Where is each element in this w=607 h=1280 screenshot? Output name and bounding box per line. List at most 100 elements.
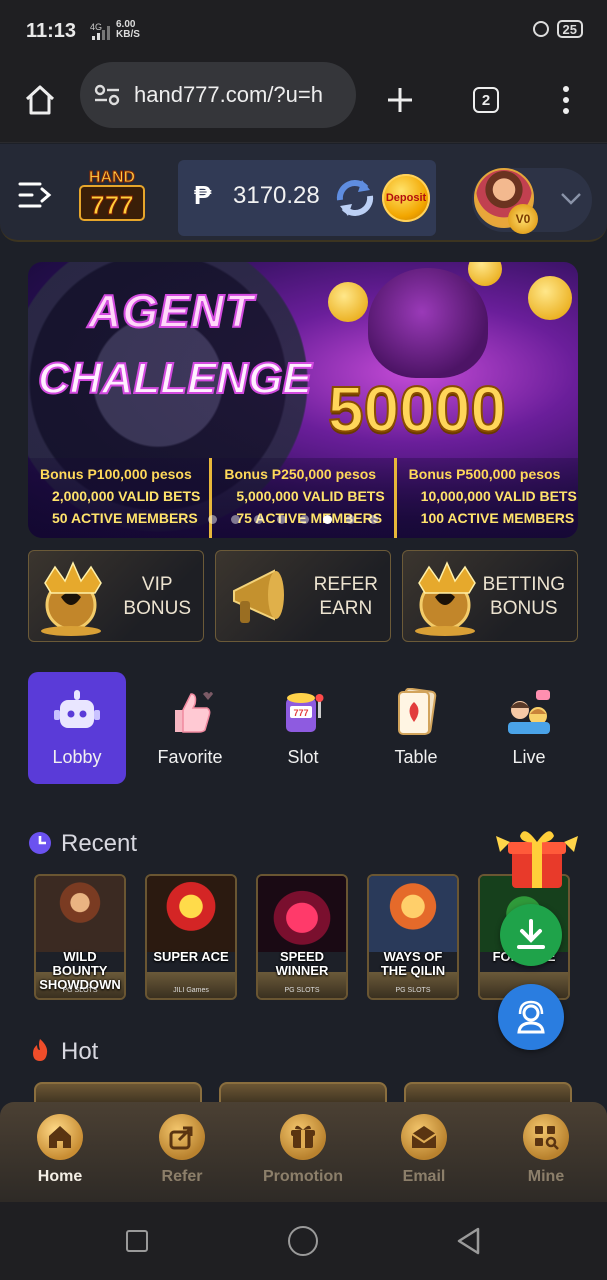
carousel-dot[interactable] <box>369 515 378 524</box>
tier-bonus: Bonus P250,000 pesos <box>224 466 377 482</box>
home-icon <box>37 1114 83 1160</box>
game-tile[interactable]: WAYS OF THE QILIN PG SLOTS <box>367 874 459 1000</box>
svg-text:777: 777 <box>293 708 308 718</box>
currency-symbol: ₱ <box>194 180 212 210</box>
clock-icon <box>29 832 51 854</box>
hot-section-title: Hot <box>61 1038 99 1065</box>
carousel-dot[interactable] <box>323 515 332 524</box>
carousel-dot[interactable] <box>300 515 309 524</box>
customer-service-button[interactable] <box>498 984 564 1050</box>
download-app-button[interactable] <box>500 904 562 966</box>
promo-label-line1: BETTING <box>482 574 565 595</box>
gift-icon <box>280 1114 326 1160</box>
chevron-down-icon[interactable] <box>560 190 582 206</box>
tab-favorite[interactable]: Favorite <box>141 672 239 784</box>
tab-label: Table <box>394 747 438 767</box>
site-settings-icon[interactable] <box>94 84 120 106</box>
tier-bonus: Bonus P500,000 pesos <box>408 466 561 482</box>
tab-table[interactable]: Table <box>367 672 465 784</box>
carousel-dot[interactable] <box>208 515 217 524</box>
carousel-dot[interactable] <box>231 515 240 524</box>
svg-text:777: 777 <box>90 190 133 220</box>
banner-prize: 50000 <box>327 372 507 446</box>
recent-section-title: Recent <box>61 830 138 857</box>
signal-icon <box>92 26 110 40</box>
promo-label-line2: EARN <box>319 598 373 619</box>
tier-bets: 10,000,000 VALID BETS <box>420 488 577 504</box>
account-menu[interactable]: V0 <box>472 168 592 234</box>
nav-label: Mine <box>527 1168 565 1185</box>
system-navigation-bar <box>0 1202 607 1280</box>
nav-refer[interactable]: Refer <box>132 1114 232 1186</box>
new-tab-icon[interactable] <box>380 80 420 120</box>
tab-label: Favorite <box>157 747 223 767</box>
game-provider: PG SLOTS <box>62 987 98 994</box>
tab-count[interactable]: 2 <box>473 87 499 113</box>
carousel-indicators[interactable] <box>208 515 378 524</box>
promo-label-line2: BONUS <box>123 598 191 619</box>
game-art <box>147 876 235 952</box>
back-button[interactable] <box>454 1226 484 1256</box>
url-text[interactable]: hand777.com/?u=h <box>134 82 352 108</box>
nav-email[interactable]: Email <box>374 1114 474 1186</box>
balance-panel: ₱ 3170.28 Deposit <box>178 160 436 236</box>
game-tile[interactable]: WILD BOUNTY SHOWDOWN PG SLOTS <box>34 874 126 1000</box>
share-icon <box>159 1114 205 1160</box>
promo-label-line2: BONUS <box>490 598 558 619</box>
slot-machine-icon: 777 <box>286 693 324 732</box>
vip-level-badge: V0 <box>508 204 538 234</box>
recent-apps-button[interactable] <box>126 1230 148 1252</box>
menu-toggle-icon[interactable] <box>18 180 54 210</box>
home-button[interactable] <box>288 1226 318 1256</box>
game-provider: PG SLOTS <box>395 987 431 994</box>
vip-bonus-card[interactable]: VIP BONUS <box>28 550 204 642</box>
headset-icon <box>517 1000 545 1034</box>
game-name: WILD BOUNTY SHOWDOWN <box>39 949 121 992</box>
coin-graphic <box>468 262 502 286</box>
game-name: SPEED WINNER <box>275 949 329 978</box>
site-header: HAND 777 ₱ 3170.28 Deposit V0 <box>0 144 607 242</box>
balance-amount: 3170.28 <box>233 182 320 209</box>
thumbs-up-icon <box>175 692 213 733</box>
banner-title-line1: AGENT <box>87 284 254 338</box>
game-name: WAYS OF THE QILIN <box>380 949 446 978</box>
more-options-icon[interactable] <box>546 80 586 120</box>
profile-search-icon <box>523 1114 569 1160</box>
carousel-dot[interactable] <box>346 515 355 524</box>
refer-earn-card[interactable]: REFER EARN <box>215 550 391 642</box>
speed-unit: KB/S <box>116 29 140 40</box>
promo-label-line1: VIP <box>141 574 173 595</box>
game-art <box>258 876 346 952</box>
nav-label: Promotion <box>263 1168 343 1185</box>
promo-label-line1: REFER <box>313 574 378 595</box>
tab-switcher-button[interactable]: 2 <box>466 80 506 120</box>
tab-lobby[interactable]: Lobby <box>28 672 126 784</box>
promo-label: BETTING BONUS <box>483 573 565 621</box>
game-name: SUPER ACE <box>153 949 229 964</box>
home-icon[interactable] <box>20 80 60 120</box>
bonus-tier: Bonus P250,000 pesos 5,000,000 VALID BET… <box>209 458 393 538</box>
deposit-button[interactable]: Deposit <box>382 174 430 222</box>
betting-bonus-card[interactable]: BETTING BONUS <box>402 550 578 642</box>
svg-text:HAND: HAND <box>89 169 135 186</box>
tab-live[interactable]: Live <box>480 672 578 784</box>
nav-home[interactable]: Home <box>10 1114 110 1186</box>
nav-promotion[interactable]: Promotion <box>253 1114 353 1186</box>
carousel-dot[interactable] <box>277 515 286 524</box>
promo-carousel[interactable]: AGENT CHALLENGE 50000 Bonus P100,000 pes… <box>28 262 578 538</box>
mail-icon <box>401 1114 447 1160</box>
hand777-logo[interactable]: HAND 777 <box>74 164 150 224</box>
address-bar[interactable]: hand777.com/?u=h <box>80 62 356 128</box>
nav-mine[interactable]: Mine <box>496 1114 596 1186</box>
carousel-dot[interactable] <box>254 515 263 524</box>
status-bar: 11:13 4G 6.00 KB/S 25 <box>0 0 607 62</box>
game-tile[interactable]: SUPER ACE JILI Games <box>145 874 237 1000</box>
character-graphic <box>368 268 488 378</box>
crown-coin-icon <box>415 561 476 636</box>
gift-box-icon[interactable] <box>494 822 580 892</box>
game-tile[interactable]: SPEED WINNER PG SLOTS <box>256 874 348 1000</box>
nav-label: Refer <box>161 1168 203 1185</box>
refresh-balance-icon[interactable] <box>334 178 376 218</box>
tab-slot[interactable]: 777 Slot <box>254 672 352 784</box>
game-provider: JILI Games <box>173 987 209 994</box>
